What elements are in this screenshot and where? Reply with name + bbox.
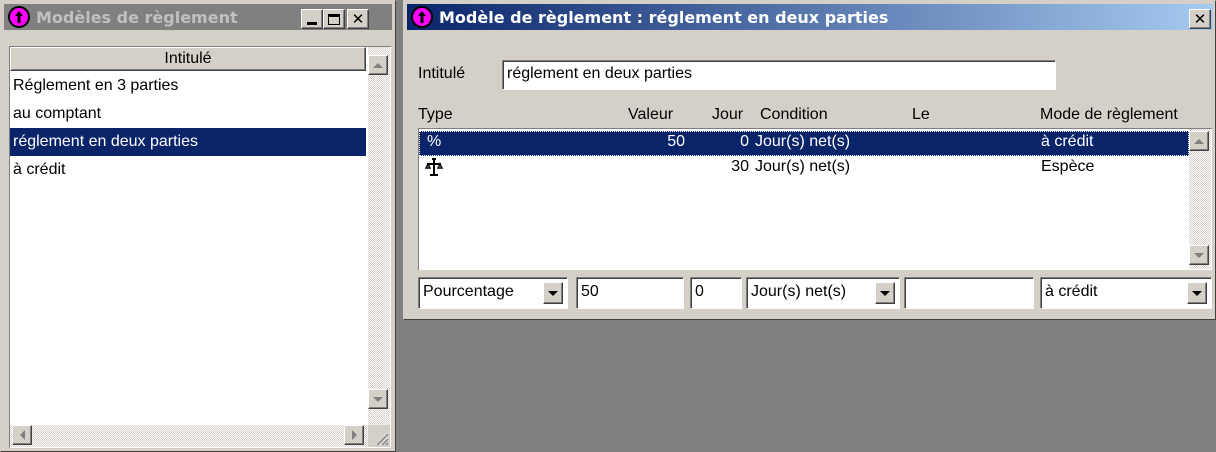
grid-cell-jour: 0 xyxy=(740,133,749,150)
scroll-up-button[interactable] xyxy=(1189,131,1209,151)
payment-lines-grid[interactable]: % 50 0 Jour(s) net(s) à crédit 30 Jour(s… xyxy=(418,128,1212,270)
condition-dropdown-button[interactable] xyxy=(875,282,895,304)
vertical-scrollbar[interactable] xyxy=(1189,129,1211,269)
intitule-label: Intitulé xyxy=(418,65,466,82)
scroll-down-button[interactable] xyxy=(1189,245,1209,265)
arrow-up-icon xyxy=(373,62,383,68)
scroll-up-button[interactable] xyxy=(368,55,388,75)
vertical-scrollbar[interactable] xyxy=(368,47,390,425)
grid-row[interactable]: 30 Jour(s) net(s) Espèce xyxy=(419,156,1189,181)
app-logo-icon xyxy=(8,6,30,28)
type-select[interactable]: Pourcentage xyxy=(418,277,568,309)
type-dropdown-button[interactable] xyxy=(543,282,563,304)
scroll-down-button[interactable] xyxy=(368,389,388,409)
column-header-condition: Condition xyxy=(760,106,828,123)
model-detail-window: Modèle de règlement : réglement en deux … xyxy=(403,0,1216,320)
grid-row-selected[interactable]: % 50 0 Jour(s) net(s) à crédit xyxy=(419,131,1189,156)
list-window-title: Modèles de règlement xyxy=(36,7,238,27)
chevron-down-icon xyxy=(548,290,558,296)
close-icon: ✕ xyxy=(1193,9,1207,28)
column-header-mode: Mode de règlement xyxy=(1040,106,1178,123)
chevron-down-icon xyxy=(880,290,890,296)
list-item[interactable]: au comptant xyxy=(10,100,366,128)
arrow-up-icon xyxy=(1194,138,1204,144)
close-icon: ✕ xyxy=(351,9,365,28)
percent-icon: % xyxy=(427,133,442,150)
type-select-value: Pourcentage xyxy=(423,283,514,300)
mode-dropdown-button[interactable] xyxy=(1187,282,1207,304)
maximize-icon xyxy=(328,13,340,25)
column-header-intitule[interactable]: Intitulé xyxy=(10,47,366,71)
maximize-button[interactable] xyxy=(323,9,345,29)
column-header-type: Type xyxy=(418,106,453,123)
scroll-right-button[interactable] xyxy=(344,425,364,445)
column-header-jour: Jour xyxy=(712,106,744,123)
arrow-down-icon xyxy=(1194,252,1204,258)
mode-select-value: à crédit xyxy=(1045,283,1098,300)
scroll-left-button[interactable] xyxy=(12,425,32,445)
detail-window-title: Modèle de règlement : réglement en deux … xyxy=(439,7,889,27)
minimize-button[interactable] xyxy=(301,9,323,29)
resize-grip-icon xyxy=(375,432,389,446)
grid-cell-mode: Espèce xyxy=(1041,158,1095,175)
arrow-right-icon xyxy=(351,430,357,440)
grid-cell-jour: 30 xyxy=(731,158,749,175)
column-header-valeur: Valeur xyxy=(628,106,674,123)
resize-grip[interactable] xyxy=(368,425,390,447)
grid-cell-condition: Jour(s) net(s) xyxy=(755,158,851,175)
arrow-left-icon xyxy=(19,430,25,440)
close-button[interactable]: ✕ xyxy=(1189,9,1211,29)
intitule-input[interactable]: réglement en deux parties xyxy=(502,60,1056,90)
balance-icon xyxy=(424,157,444,182)
models-list-window: Modèles de règlement ✕ Intitulé Réglemen… xyxy=(0,0,396,452)
arrow-down-icon xyxy=(373,396,383,402)
grid-cell-mode: à crédit xyxy=(1041,133,1094,150)
models-list[interactable]: Intitulé Réglement en 3 parties au compt… xyxy=(9,46,391,448)
jour-input[interactable]: 0 xyxy=(690,277,742,309)
minimize-icon xyxy=(307,21,317,25)
condition-select-value: Jour(s) net(s) xyxy=(751,283,847,300)
list-window-titlebar[interactable]: Modèles de règlement ✕ xyxy=(4,4,392,30)
close-button[interactable]: ✕ xyxy=(347,9,369,29)
condition-select[interactable]: Jour(s) net(s) xyxy=(746,277,900,309)
list-item[interactable]: Réglement en 3 parties xyxy=(10,72,366,100)
list-item[interactable]: à crédit xyxy=(10,156,366,184)
grid-cell-condition: Jour(s) net(s) xyxy=(755,133,851,150)
detail-window-titlebar[interactable]: Modèle de règlement : réglement en deux … xyxy=(407,4,1213,30)
list-item-selected[interactable]: réglement en deux parties xyxy=(10,128,366,156)
valeur-input[interactable]: 50 xyxy=(576,277,684,309)
chevron-down-icon xyxy=(1192,290,1202,296)
mode-select[interactable]: à crédit xyxy=(1040,277,1212,309)
horizontal-scrollbar[interactable] xyxy=(10,425,368,447)
le-input[interactable] xyxy=(904,277,1034,309)
column-header-le: Le xyxy=(912,106,930,123)
app-logo-icon xyxy=(411,6,433,28)
grid-cell-valeur: 50 xyxy=(667,133,685,150)
